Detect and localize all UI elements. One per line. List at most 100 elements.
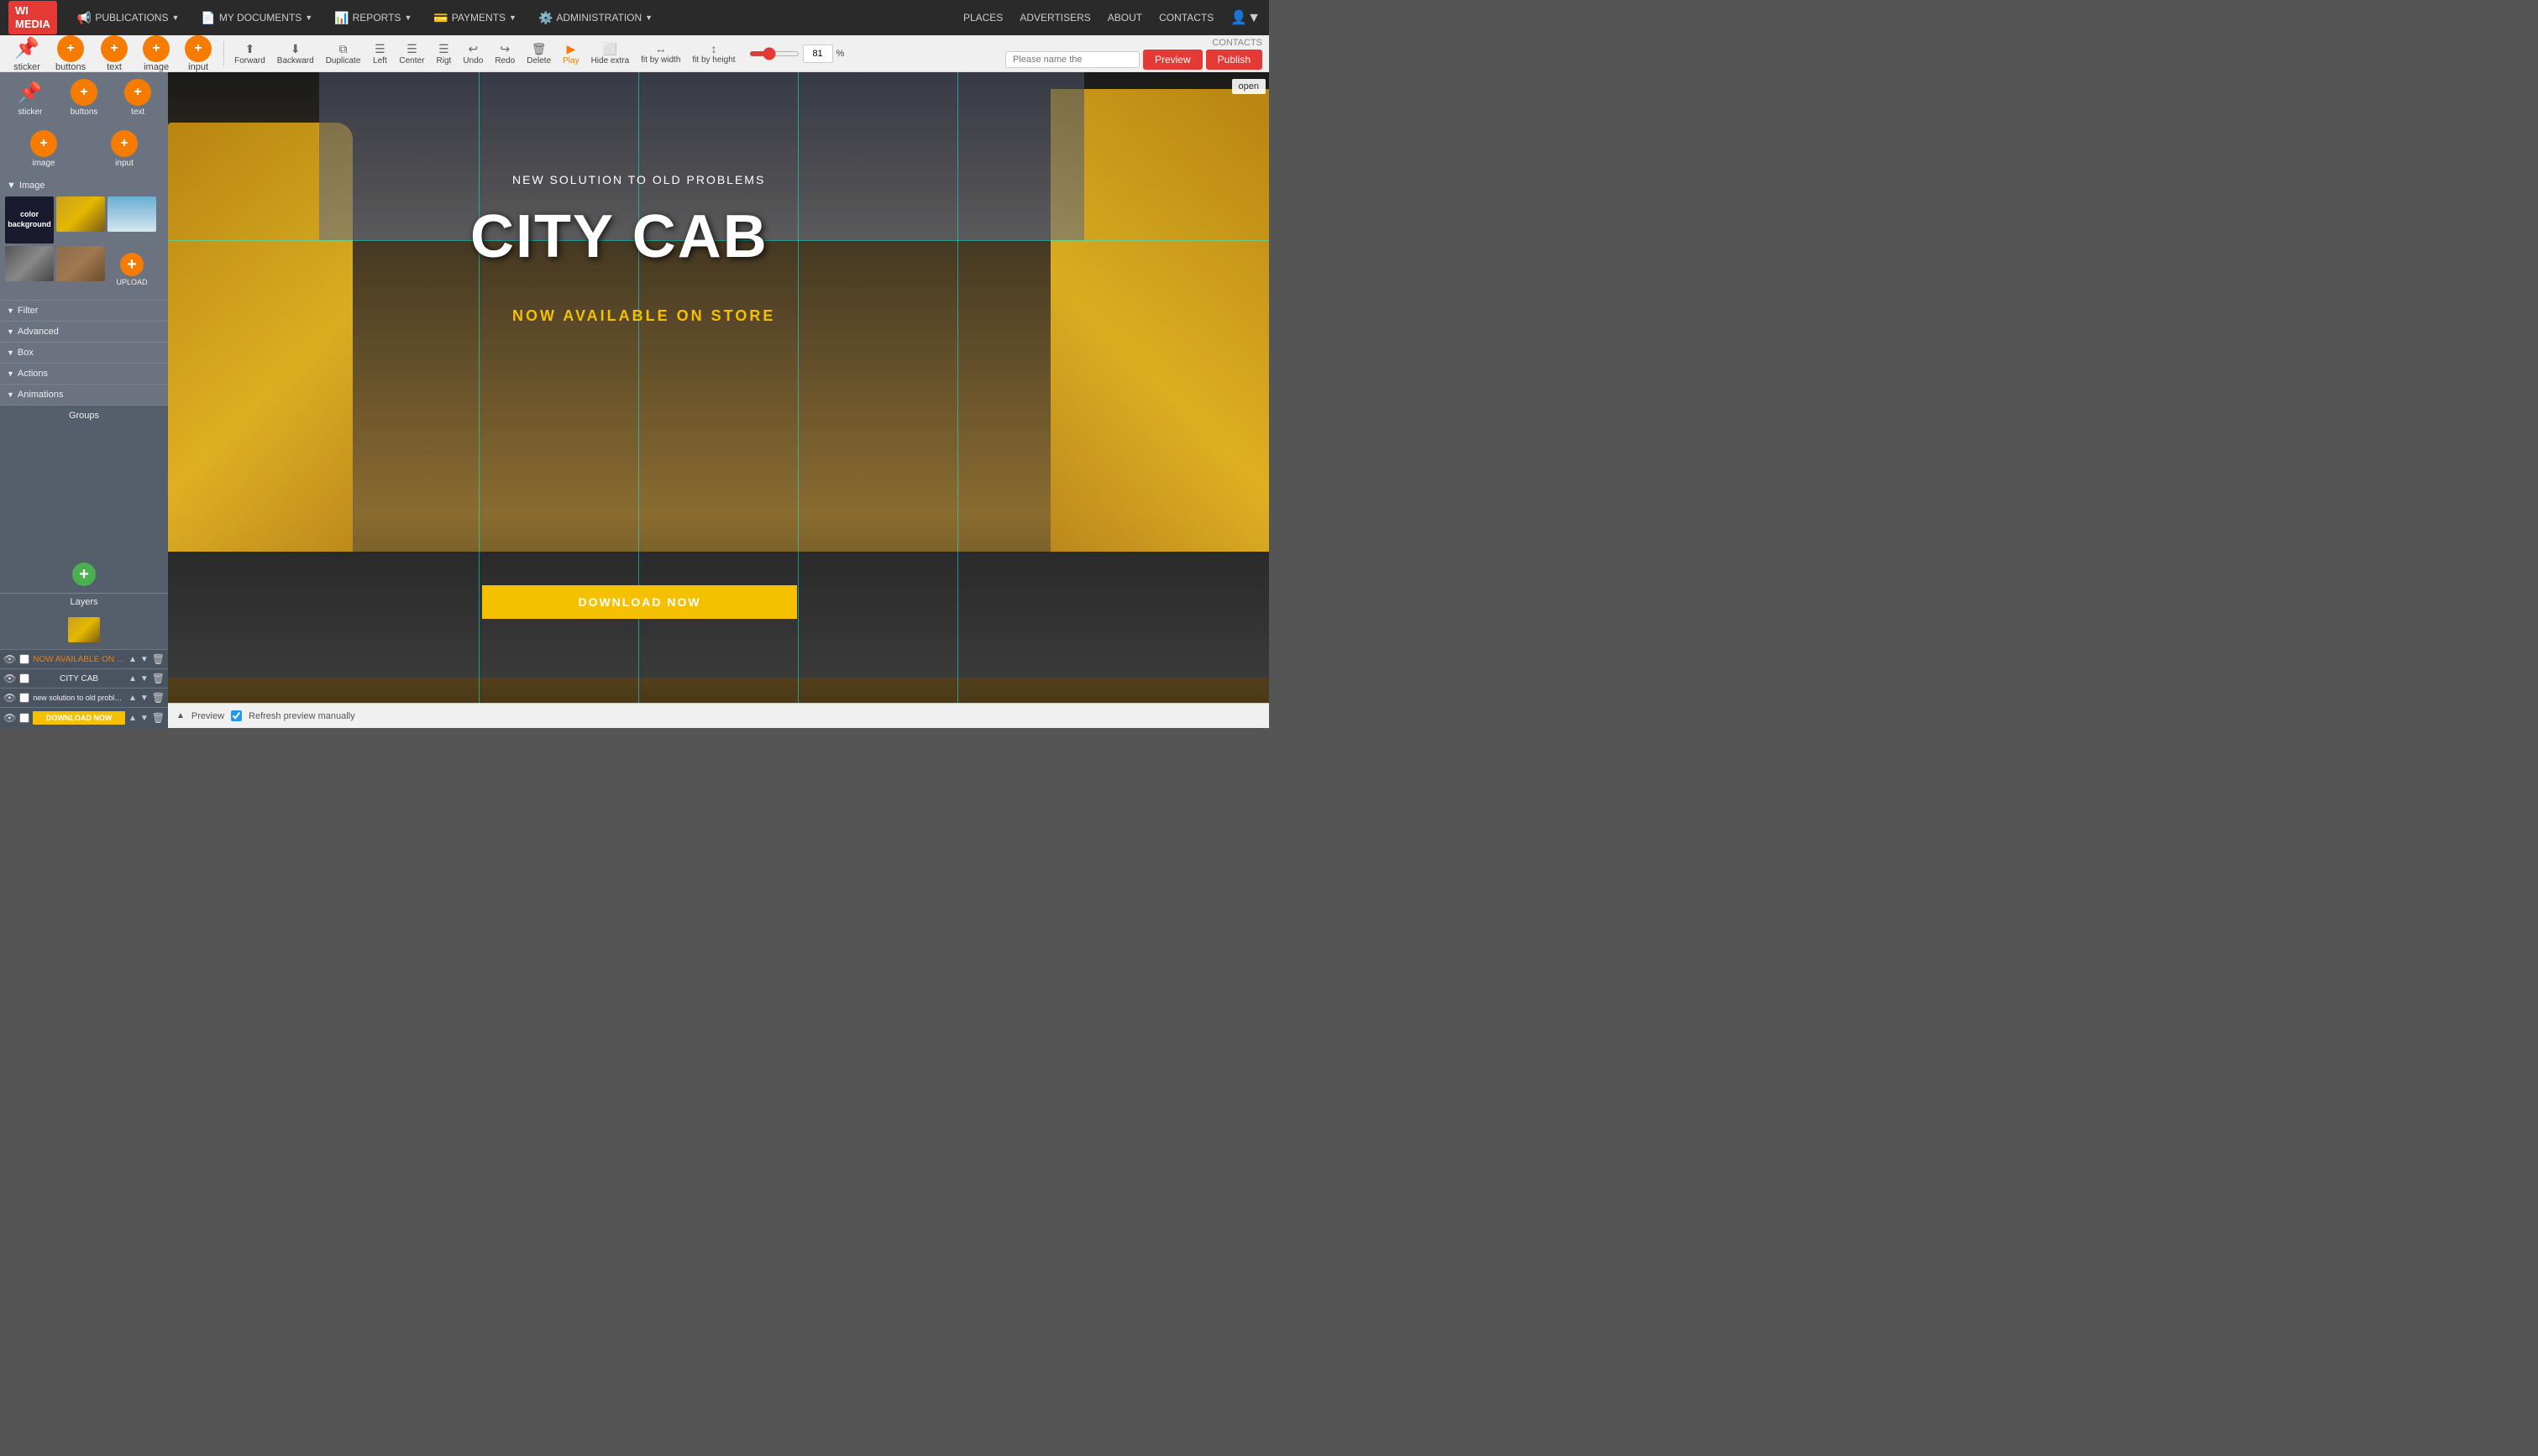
canvas-download-button[interactable]: DOWNLOAD NOW [482,585,797,619]
image-section-header[interactable]: ▼ Image [3,178,165,193]
canvas-open-button[interactable]: open [1232,79,1266,94]
filter-section: ▼ Filter [0,300,168,321]
image-thumb-sky[interactable] [107,196,156,232]
dropdown-arrow-icon: ▼ [645,13,653,22]
buttons-tool[interactable]: + buttons [49,33,92,75]
input-tool-side[interactable]: + input [111,130,138,168]
canvas-bottom-bar: ▲ Preview Refresh preview manually [168,703,1269,728]
text-tool-side[interactable]: + text [124,79,151,117]
image-tool[interactable]: + image [136,33,176,75]
layer-up-icon[interactable]: ▲ [128,694,137,703]
layer-down-icon[interactable]: ▼ [140,694,149,703]
zoom-input[interactable]: 81 [803,45,833,63]
advanced-header[interactable]: ▼ Advanced [0,322,168,342]
nav-reports[interactable]: 📊 REPORTS ▼ [326,8,420,29]
refresh-preview-checkbox[interactable] [231,710,242,721]
upload-button[interactable]: + UPLOAD [107,246,156,293]
layer-up-icon[interactable]: ▲ [128,714,137,723]
play-icon: ▶ [566,42,575,56]
align-right-icon: ☰ [438,42,449,56]
layer-checkbox[interactable] [19,693,29,703]
layer-up-icon[interactable]: ▲ [128,655,137,664]
animations-header[interactable]: ▼ Animations [0,385,168,405]
publish-area: CONTACTS Preview Publish [1005,38,1262,70]
nav-contacts[interactable]: CONTACTS [1159,12,1214,24]
layer-item-now-available: 👁 NOW AVAILABLE ON STORE ▲ ▼ 🗑 [0,649,168,668]
nav-payments[interactable]: 💳 PAYMENTS ▼ [425,8,525,29]
layer-delete-icon[interactable]: 🗑 [152,673,165,684]
layer-down-icon[interactable]: ▼ [140,674,149,683]
layer-thumbnail [68,617,100,642]
hide-extra-action[interactable]: ⬜ Hide extra [586,39,635,68]
canvas-available-text[interactable]: NOW AVAILABLE ON STORE [512,307,775,325]
publish-button[interactable]: Publish [1206,50,1262,70]
layer-preview-area [0,610,168,649]
layer-visibility-icon[interactable]: 👁 [3,692,16,704]
layers-section-header: Layers [0,593,168,610]
layer-visibility-icon[interactable]: 👁 [3,712,16,724]
layer-delete-icon[interactable]: 🗑 [152,692,165,704]
add-group-button[interactable]: + [0,556,168,593]
animations-section: ▼ Animations [0,384,168,405]
duplicate-action[interactable]: ⧉ Duplicate [321,39,366,68]
image-thumb-hands[interactable] [56,246,105,281]
delete-action[interactable]: 🗑 Delete [522,39,556,68]
logo[interactable]: WI MEDIA [8,1,57,34]
color-background-swatch[interactable]: color background [5,196,54,244]
layer-checkbox[interactable] [19,713,29,723]
image-chevron-icon: ▼ [7,181,16,191]
backward-action[interactable]: ⬇ Backward [272,39,319,68]
sticker-tool-side[interactable]: 📌 sticker [17,79,44,117]
canvas-title-text[interactable]: CITY CAB [470,202,768,271]
sticker-pin-icon: 📌 [17,79,44,106]
dropdown-arrow-icon: ▼ [305,13,312,22]
sticker-tool[interactable]: 📌 sticker [7,33,47,75]
text-tool[interactable]: + text [94,33,134,75]
actions-header[interactable]: ▼ Actions [0,364,168,384]
nav-my-documents[interactable]: 📄 MY DOCUMENTS ▼ [192,8,321,29]
layer-visibility-icon[interactable]: 👁 [3,653,16,665]
nav-advertisers[interactable]: ADVERTISERS [1020,12,1090,24]
layer-checkbox[interactable] [19,654,29,664]
layer-visibility-icon[interactable]: 👁 [3,673,16,684]
align-left-action[interactable]: ☰ Left [367,39,392,68]
advanced-chevron-icon: ▼ [7,327,14,336]
zoom-percent: % [836,49,845,59]
layer-checkbox[interactable] [19,673,29,683]
layer-delete-icon[interactable]: 🗑 [152,653,165,665]
user-account-icon[interactable]: 👤▼ [1230,9,1261,26]
fit-by-width-action[interactable]: ↔ fit by width [636,39,685,67]
canvas-area[interactable]: NEW SOLUTION TO OLD PROBLEMS CITY CAB NO… [168,72,1269,728]
redo-action[interactable]: ↪ Redo [490,39,520,68]
layer-up-icon[interactable]: ▲ [128,674,137,683]
nav-administration[interactable]: ⚙️ ADMINISTRATION ▼ [530,8,661,29]
document-name-input[interactable] [1005,51,1140,68]
nav-publications[interactable]: 📢 PUBLICATIONS ▼ [69,8,188,29]
buttons-tool-side[interactable]: + buttons [71,79,98,117]
image-circle-icon: + [30,130,57,157]
forward-action[interactable]: ⬆ Forward [229,39,270,68]
layer-name: NOW AVAILABLE ON STORE [33,655,125,664]
zoom-slider[interactable] [749,51,800,56]
align-right-action[interactable]: ☰ Rigt [431,39,456,68]
box-header[interactable]: ▼ Box [0,343,168,363]
image-section: ▼ Image color background + UPLOAD [0,175,168,300]
align-center-action[interactable]: ☰ Center [394,39,429,68]
undo-action[interactable]: ↩ Undo [458,39,488,68]
filter-header[interactable]: ▼ Filter [0,301,168,321]
nav-places[interactable]: PLACES [963,12,1003,24]
fit-width-icon: ↔ [655,42,667,55]
image-thumb-city[interactable] [5,246,54,281]
fit-by-height-action[interactable]: ↕ fit by height [687,39,740,67]
bottom-arrow-icon[interactable]: ▲ [176,711,185,720]
text-tool-icon: + [101,35,128,62]
layer-down-icon[interactable]: ▼ [140,714,149,723]
nav-about[interactable]: ABOUT [1108,12,1142,24]
layer-down-icon[interactable]: ▼ [140,655,149,664]
layer-delete-icon[interactable]: 🗑 [152,712,165,724]
image-tool-side[interactable]: + image [30,130,57,168]
input-tool[interactable]: + input [178,33,218,75]
play-action[interactable]: ▶ Play [558,39,584,68]
preview-button[interactable]: Preview [1143,50,1203,70]
image-thumb-taxi[interactable] [56,196,105,232]
